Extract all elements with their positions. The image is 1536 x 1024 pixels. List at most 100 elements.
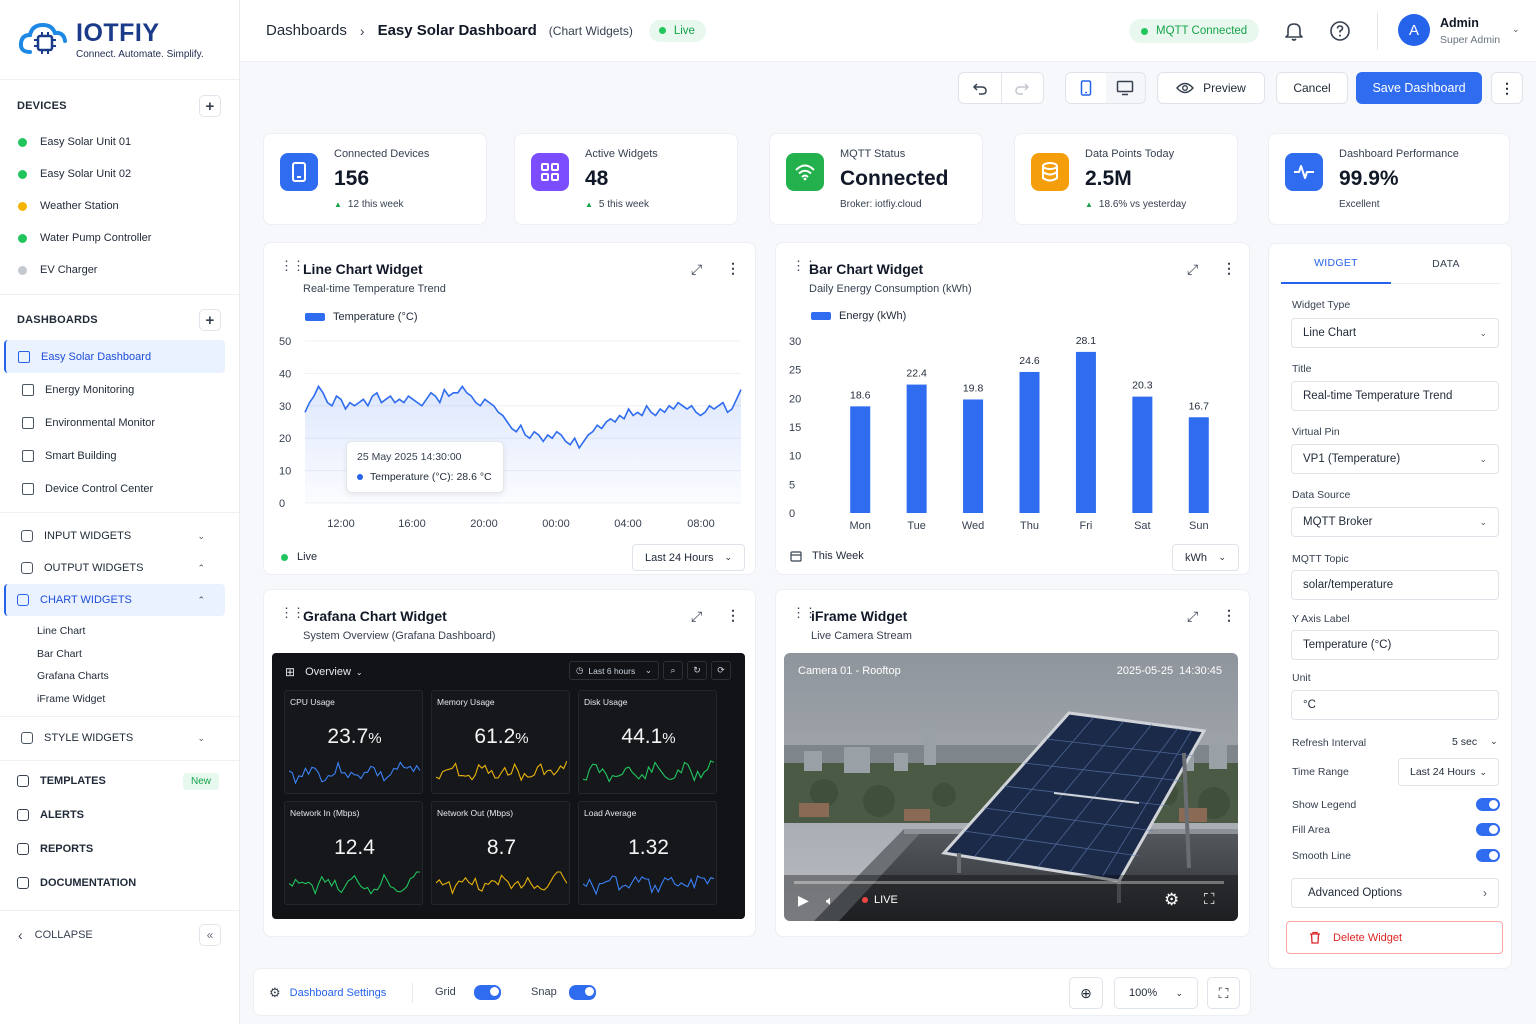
snap-toggle[interactable] [569,985,596,1000]
nav-item[interactable]: REPORTS [0,832,239,866]
nav-item[interactable]: TEMPLATES New [0,764,239,798]
zoom-in-button[interactable]: ⊕ [1069,977,1103,1009]
more-options-button[interactable]: ⋮ [1491,72,1523,104]
virtual-pin-select[interactable]: VP1 (Temperature) ⌄ [1291,444,1499,474]
fill-area-toggle[interactable] [1476,823,1500,836]
widget-type-select[interactable]: Line Chart ⌄ [1291,318,1499,348]
help-icon[interactable] [1329,20,1351,42]
grafana-range-select[interactable]: ◷ Last 6 hours ⌄ [569,661,659,680]
time-range-select[interactable]: Last 24 Hours ⌄ [632,544,745,571]
device-item[interactable]: Easy Solar Unit 01 [0,126,239,158]
show-legend-toggle[interactable] [1476,798,1500,811]
chart-widget-item[interactable]: Grafana Charts [0,665,239,688]
nav-item[interactable]: ALERTS [0,798,239,832]
more-vertical-icon[interactable]: ⋮ [726,260,740,277]
grafana-panel[interactable]: Load Average 1.32 [578,801,717,905]
drag-handle-icon[interactable]: ⋮⋮ [280,606,305,619]
zoom-level-select[interactable]: 100% ⌄ [1114,977,1198,1009]
cycle-view-icon[interactable]: ⟳ [711,661,731,680]
chevron-down-icon[interactable]: ⌄ [1512,24,1520,35]
expand-icon[interactable]: ⤢ [1187,608,1198,625]
device-item[interactable]: Easy Solar Unit 02 [0,158,239,190]
fullscreen-button[interactable]: ⛶ [1207,977,1240,1009]
style-widgets-group[interactable]: STYLE WIDGETS ⌄ [4,722,225,754]
dashboard-settings-link[interactable]: ⚙ Dashboard Settings [269,985,386,1001]
bell-icon[interactable] [1283,20,1305,42]
tab-data[interactable]: DATA [1391,244,1501,284]
mobile-view-button[interactable] [1066,73,1106,103]
widget-group[interactable]: OUTPUT WIDGETS ⌃ [4,552,225,584]
save-dashboard-button[interactable]: Save Dashboard [1356,72,1482,104]
zoom-out-icon[interactable]: ⌕ [663,661,683,680]
mqtt-topic-input[interactable]: solar/temperature [1291,570,1499,600]
chart-widget-item[interactable]: Line Chart [0,620,239,643]
add-dashboard-button[interactable]: + [199,309,221,331]
dashboard-item[interactable]: Easy Solar Dashboard [4,340,225,373]
nav-item[interactable]: DOCUMENTATION [0,866,239,900]
refresh-interval-select[interactable]: 5 sec ⌄ [1452,736,1498,748]
add-device-button[interactable]: + [199,95,221,117]
time-range-field-select[interactable]: Last 24 Hours ⌄ [1398,758,1499,786]
drag-handle-icon[interactable]: ⋮⋮ [792,259,817,272]
grafana-embed[interactable]: ⊞ Overview ⌄ ◷ Last 6 hours ⌄ ⌕ ↻ ⟳ CPU Us… [272,653,745,919]
tab-widget[interactable]: WIDGET [1281,244,1391,284]
chart-widget-item[interactable]: Bar Chart [0,643,239,666]
smooth-line-toggle[interactable] [1476,849,1500,862]
refresh-icon[interactable]: ↻ [687,661,707,680]
bar[interactable] [850,406,871,513]
bar[interactable] [1132,396,1153,513]
dashboard-item[interactable]: Smart Building [4,439,225,472]
drag-handle-icon[interactable]: ⋮⋮ [280,259,305,272]
grafana-panel[interactable]: CPU Usage 23.7% [284,690,423,794]
y-axis-label-input[interactable]: Temperature (°C) [1291,630,1499,660]
camera-stream[interactable]: Camera 01 - Rooftop 2025-05-25 14:30:45 … [784,653,1238,921]
expand-icon[interactable]: ⤢ [1187,261,1198,278]
device-item[interactable]: Water Pump Controller [0,222,239,254]
device-item[interactable]: Weather Station [0,190,239,222]
grafana-panel[interactable]: Network In (Mbps) 12.4 [284,801,423,905]
dashboard-item[interactable]: Device Control Center [4,472,225,505]
dashboard-item[interactable]: Environmental Monitor [4,406,225,439]
widget-group[interactable]: INPUT WIDGETS ⌄ [4,520,225,552]
cancel-button[interactable]: Cancel [1276,72,1348,104]
advanced-options-button[interactable]: Advanced Options › [1291,878,1499,908]
expand-icon[interactable]: ⤢ [691,261,702,278]
bar[interactable] [963,399,984,513]
fullscreen-icon[interactable]: ⛶ [1204,891,1215,908]
play-icon[interactable]: ▶ [798,892,809,909]
more-vertical-icon[interactable]: ⋮ [1222,607,1236,624]
grafana-panel[interactable]: Network Out (Mbps) 8.7 [431,801,570,905]
bar[interactable] [906,384,927,513]
chart-widget-item[interactable]: iFrame Widget [0,688,239,711]
settings-gear-icon[interactable]: ⚙ [1164,890,1179,910]
grid-toggle[interactable] [474,985,501,1000]
unit-input[interactable]: °C [1291,690,1499,720]
grafana-panel[interactable]: Disk Usage 44.1% [578,690,717,794]
volume-icon[interactable]: 🔈︎ [826,893,834,909]
logo[interactable]: IOTFIY Connect. Automate. Simplify. [0,0,239,80]
title-input[interactable]: Real-time Temperature Trend [1291,381,1499,411]
drag-handle-icon[interactable]: ⋮⋮ [792,606,817,619]
data-source-select[interactable]: MQTT Broker ⌄ [1291,507,1499,537]
iframe-widget[interactable]: ⋮⋮ iFrame Widget Live Camera Stream ⤢ ⋮ [775,589,1250,937]
grafana-panel[interactable]: Memory Usage 61.2% [431,690,570,794]
avatar[interactable]: A [1398,14,1430,46]
redo-button[interactable] [1002,73,1044,103]
collapse-sidebar[interactable]: ‹ COLLAPSE « [0,910,239,958]
expand-icon[interactable]: ⤢ [691,608,702,625]
more-vertical-icon[interactable]: ⋮ [1222,260,1236,277]
grafana-chart-widget[interactable]: ⋮⋮ Grafana Chart Widget System Overview … [263,589,756,937]
undo-button[interactable] [959,73,1002,103]
preview-button[interactable]: Preview [1157,72,1265,104]
breadcrumb-dashboards[interactable]: Dashboards [266,22,347,39]
bar[interactable] [1075,351,1096,513]
desktop-view-button[interactable] [1106,73,1146,103]
bar-chart-widget[interactable]: ⋮⋮ Bar Chart Widget Daily Energy Consump… [775,242,1250,575]
more-vertical-icon[interactable]: ⋮ [726,607,740,624]
delete-widget-button[interactable]: Delete Widget [1286,921,1503,954]
device-item[interactable]: EV Charger [0,254,239,286]
line-chart-widget[interactable]: ⋮⋮ Line Chart Widget Real-time Temperatu… [263,242,756,575]
bar[interactable] [1188,417,1209,513]
dashboard-item[interactable]: Energy Monitoring [4,373,225,406]
unit-select[interactable]: kWh ⌄ [1172,544,1239,571]
